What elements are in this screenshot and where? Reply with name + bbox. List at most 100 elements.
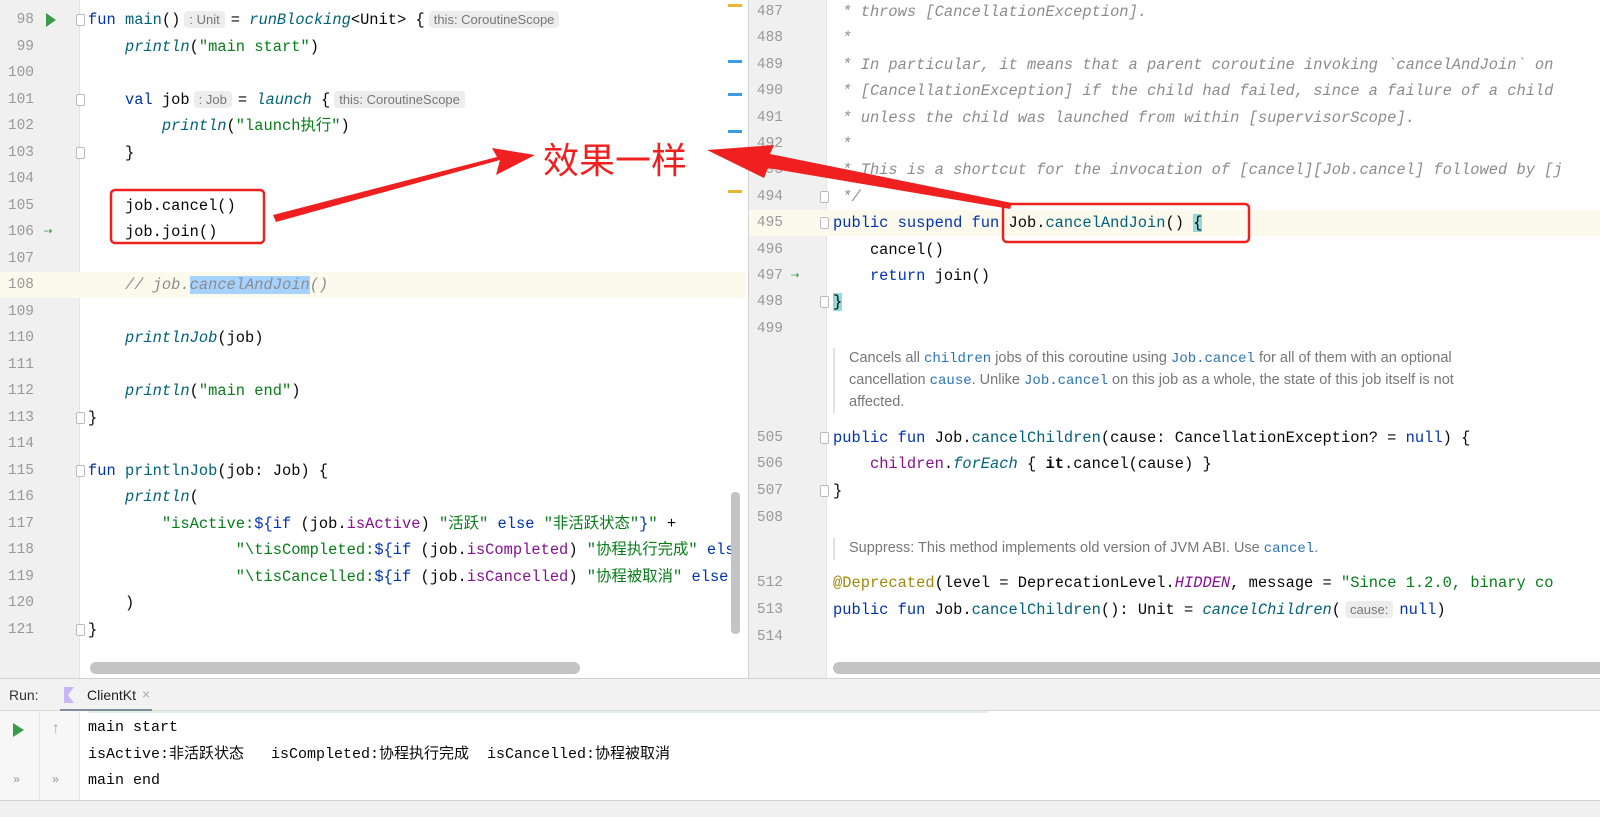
code-line[interactable]: 489 * In particular, it means that a par… xyxy=(749,52,1600,78)
doc-link[interactable]: Job.cancel xyxy=(1024,373,1108,389)
fold-icon[interactable] xyxy=(820,190,829,203)
code-text[interactable]: } xyxy=(833,478,842,504)
code-line[interactable]: 115 fun printlnJob(job: Job) { xyxy=(0,458,746,484)
code-line[interactable]: 490 * [CancellationException] if the chi… xyxy=(749,78,1600,104)
code-line[interactable]: 487 * throws [CancellationException]. xyxy=(749,0,1600,25)
fold-icon[interactable] xyxy=(820,432,829,444)
code-line[interactable]: 111 xyxy=(0,352,746,378)
close-icon[interactable]: × xyxy=(142,686,150,702)
fold-icon[interactable] xyxy=(76,93,85,106)
code-line[interactable]: 117 "isActive:${if (job.isActive) "活跃" e… xyxy=(0,511,746,537)
code-line[interactable]: 507} xyxy=(749,478,1600,504)
code-text[interactable]: printlnJob(job) xyxy=(88,325,264,351)
code-line[interactable]: 499 xyxy=(749,316,1600,342)
fold-icon[interactable] xyxy=(76,464,85,477)
code-text[interactable]: val job: Job = launch {this: CoroutineSco… xyxy=(88,87,471,113)
console-output[interactable]: » ↑ » main start isActive:非活跃状态 isComple… xyxy=(0,711,1600,800)
code-text[interactable]: fun printlnJob(job: Job) { xyxy=(88,458,328,484)
code-text[interactable]: * xyxy=(833,25,851,51)
run-tab-clientkt[interactable]: ClientKt × xyxy=(60,679,152,712)
code-text[interactable]: } xyxy=(88,405,97,431)
code-text[interactable]: println("main end") xyxy=(88,378,301,404)
code-text[interactable]: } xyxy=(88,617,97,643)
code-text[interactable]: * unless the child was launched from wit… xyxy=(833,105,1415,131)
code-line[interactable]: 495 public suspend fun Job.cancelAndJoin(… xyxy=(749,210,1600,237)
scroll-marker[interactable] xyxy=(728,60,742,63)
fold-icon[interactable] xyxy=(76,146,85,159)
code-line[interactable]: 508 xyxy=(749,505,1600,531)
code-text[interactable]: println("launch执行") xyxy=(88,113,350,139)
code-text[interactable]: } xyxy=(833,289,843,315)
fold-icon[interactable] xyxy=(820,296,829,309)
code-line[interactable]: 491 * unless the child was launched from… xyxy=(749,105,1600,131)
code-line[interactable]: 492 * xyxy=(749,131,1600,157)
code-line[interactable]: 121} xyxy=(0,617,746,643)
expand-icon[interactable]: » xyxy=(13,773,20,787)
code-line[interactable]: 99 println("main start") xyxy=(0,34,746,60)
horizontal-scrollbar[interactable] xyxy=(833,662,1600,674)
code-line[interactable]: 105 job.cancel() xyxy=(0,193,746,219)
code-line[interactable]: 109 xyxy=(0,299,746,325)
code-text[interactable]: @Deprecated(level = DeprecationLevel.HID… xyxy=(833,570,1553,596)
code-text[interactable]: } xyxy=(88,140,134,166)
code-line[interactable]: 108 // job.cancelAndJoin() xyxy=(0,272,746,298)
code-line[interactable]: 119 "\tisCancelled:${if (job.isCancelled… xyxy=(0,564,746,590)
code-line[interactable]: 513 public fun Job.cancelChildren(): Unit… xyxy=(749,597,1600,623)
doc-link[interactable]: cancel xyxy=(1264,541,1314,557)
code-text[interactable]: * throws [CancellationException]. xyxy=(833,0,1147,25)
up-arrow-icon[interactable]: ↑ xyxy=(51,720,61,738)
code-text[interactable]: // job.cancelAndJoin() xyxy=(88,272,328,298)
code-text[interactable]: * xyxy=(833,131,851,157)
code-line[interactable]: 514 xyxy=(749,624,1600,650)
vertical-scrollbar[interactable] xyxy=(731,492,740,634)
code-text[interactable]: public suspend fun Job.cancelAndJoin() { xyxy=(833,210,1203,236)
code-text[interactable]: job.cancel() xyxy=(88,193,236,219)
code-text[interactable]: "isActive:${if (job.isActive) "活跃" else … xyxy=(88,511,676,537)
code-text[interactable]: println("main start") xyxy=(88,34,319,60)
code-line[interactable]: 506 children.forEach { it.cancel(cause) … xyxy=(749,451,1600,477)
right-editor[interactable]: 487 * throws [CancellationException]. 488… xyxy=(748,0,1600,678)
code-line[interactable]: 101 val job: Job = launch {this: Coroutin… xyxy=(0,87,746,113)
code-text[interactable]: cancel() xyxy=(833,237,944,263)
fold-icon[interactable] xyxy=(820,485,829,497)
run-gutter-icon[interactable] xyxy=(46,13,56,27)
code-line[interactable]: 112 println("main end") xyxy=(0,378,746,404)
code-line[interactable]: 107 xyxy=(0,246,746,272)
scroll-marker[interactable] xyxy=(728,130,742,133)
code-line[interactable]: 113} xyxy=(0,405,746,431)
code-line[interactable]: 497 ⇢ return join() xyxy=(749,263,1600,289)
code-text[interactable]: */ xyxy=(833,184,860,210)
code-line[interactable]: 496 cancel() xyxy=(749,237,1600,263)
code-line[interactable]: 488 * xyxy=(749,25,1600,51)
code-text[interactable]: "\tisCancelled:${if (job.isCancelled) "协… xyxy=(88,564,729,590)
left-editor[interactable]: 98 fun main(): Unit = runBlocking<Unit> {t… xyxy=(0,0,746,678)
code-text[interactable]: "\tisCompleted:${if (job.isCompleted) "协… xyxy=(88,537,735,563)
scroll-marker[interactable] xyxy=(728,190,742,193)
code-text[interactable]: * [CancellationException] if the child h… xyxy=(833,78,1553,104)
code-text[interactable]: println( xyxy=(88,484,199,510)
code-text[interactable]: return join() xyxy=(833,263,990,289)
code-text[interactable]: * This is a shortcut for the invocation … xyxy=(833,157,1562,183)
code-line[interactable]: 98 fun main(): Unit = runBlocking<Unit> {t… xyxy=(0,7,746,33)
fold-icon[interactable] xyxy=(76,623,85,636)
scroll-marker[interactable] xyxy=(728,4,742,7)
code-line[interactable]: 512 @Deprecated(level = DeprecationLevel.… xyxy=(749,570,1600,596)
code-line[interactable]: 114 xyxy=(0,431,746,457)
doc-link[interactable]: cause xyxy=(930,373,972,389)
code-line[interactable]: 116 println( xyxy=(0,484,746,510)
code-text[interactable]: fun main(): Unit = runBlocking<Unit> {thi… xyxy=(88,7,565,33)
doc-link[interactable]: children xyxy=(924,351,991,367)
code-line[interactable]: 120 ) xyxy=(0,590,746,616)
doc-link[interactable]: Job.cancel xyxy=(1171,351,1255,367)
code-text[interactable]: job.join() xyxy=(88,219,217,245)
scroll-marker[interactable] xyxy=(728,93,742,96)
code-text[interactable]: ) xyxy=(88,590,134,616)
fold-icon[interactable] xyxy=(76,411,85,424)
code-line[interactable]: 505 public fun Job.cancelChildren(cause: … xyxy=(749,425,1600,451)
run-icon[interactable] xyxy=(13,723,24,737)
horizontal-scrollbar[interactable] xyxy=(90,662,580,674)
code-text[interactable]: * In particular, it means that a parent … xyxy=(833,52,1553,78)
fold-icon[interactable] xyxy=(820,217,829,230)
code-line[interactable]: 498} xyxy=(749,289,1600,315)
code-line[interactable]: 493 * This is a shortcut for the invocat… xyxy=(749,157,1600,183)
